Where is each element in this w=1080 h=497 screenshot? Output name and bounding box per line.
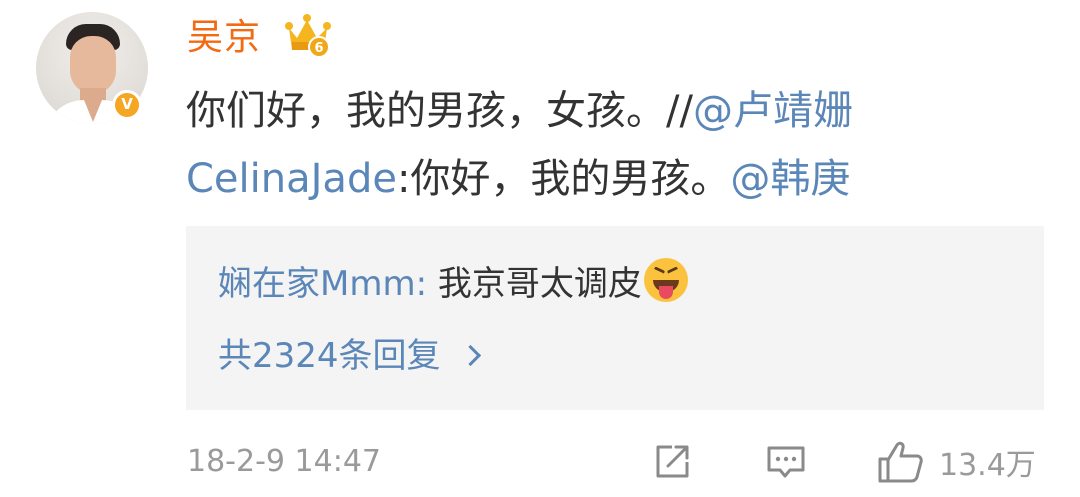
reply-item: 娴在家Mmm: 我京哥太调皮 — [218, 258, 688, 308]
squinting-tongue-emoji-icon — [643, 258, 688, 302]
reply-text: 我京哥太调皮 — [437, 264, 642, 304]
share-button[interactable] — [652, 440, 692, 484]
post-timestamp: 18-2-9 14:47 — [187, 444, 381, 479]
comment-button[interactable] — [765, 440, 807, 484]
verified-badge-icon: V — [112, 90, 142, 120]
reply-preview-box[interactable]: 娴在家Mmm: 我京哥太调皮 共2324条回复 — [186, 226, 1044, 410]
reply-username[interactable]: 娴在家Mmm: — [218, 264, 427, 304]
post-text: 你们好，我的男孩，女孩。//@卢靖姗CelinaJade:你好，我的男孩。@韩庚 — [186, 77, 1016, 213]
mention-link-hangeng[interactable]: @韩庚 — [730, 156, 850, 202]
like-count: 13.4万 — [939, 448, 1036, 483]
like-button[interactable]: 13.4万 — [877, 440, 1036, 484]
crown-level-number: 6 — [314, 41, 323, 56]
share-icon — [656, 445, 689, 478]
reply-count-label: 共2324条回复 — [218, 336, 441, 376]
thumbs-up-icon — [878, 441, 923, 483]
comment-icon — [767, 446, 805, 478]
post-text-part2: :你好，我的男孩。 — [396, 156, 731, 202]
user-name[interactable]: 吴京 — [187, 14, 261, 62]
view-all-replies-link[interactable]: 共2324条回复 — [218, 332, 481, 380]
post-text-part1: 你们好，我的男孩，女孩。// — [186, 88, 693, 134]
crown-level-icon: 6 — [285, 14, 331, 58]
chevron-right-icon — [459, 344, 481, 367]
